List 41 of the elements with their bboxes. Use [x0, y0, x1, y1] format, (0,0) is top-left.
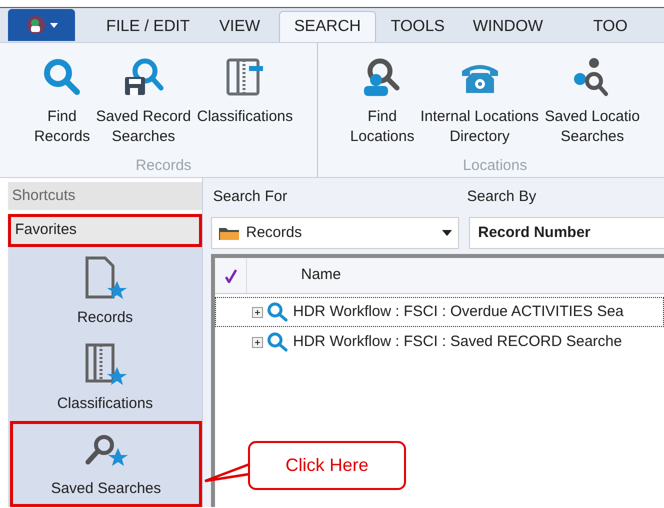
caret-icon: [50, 22, 58, 28]
ribbon-button[interactable]: Classifications: [195, 53, 295, 127]
favorites-section[interactable]: Favorites: [8, 214, 202, 247]
ribbon-tab[interactable]: VIEW: [200, 11, 279, 42]
binder-icon: [224, 57, 265, 97]
app-logo-icon: [26, 15, 46, 35]
folder-icon: [218, 225, 240, 241]
field-label: Search By: [467, 186, 536, 207]
magnifier-icon: [42, 57, 82, 97]
table-row[interactable]: HDR Workflow : FSCI : Overdue ACTIVITIES Sea: [215, 297, 664, 327]
search-by-field[interactable]: Record Number: [469, 217, 664, 249]
favorite-item[interactable]: Classifications: [8, 333, 202, 419]
ribbon-button[interactable]: Saved Record Searches: [94, 53, 194, 147]
search-name: HDR Workflow : FSCI : Saved RECORD Searche: [293, 332, 622, 352]
checkmark-icon: [224, 268, 236, 282]
search-name: HDR Workflow : FSCI : Overdue ACTIVITIES Sea: [293, 302, 624, 322]
ribbon-tab[interactable]: SEARCH: [278, 11, 376, 42]
ribbon-tab[interactable]: FILE / EDIT: [75, 11, 201, 42]
expand-icon[interactable]: [252, 336, 263, 348]
group-label: Records: [136, 156, 192, 176]
ribbon-button[interactable]: Internal Locations Directory: [418, 53, 541, 147]
search-for-dropdown[interactable]: Records: [211, 217, 459, 249]
ribbon-button[interactable]: Find Locations: [348, 53, 416, 147]
ribbon-tab[interactable]: TOO: [556, 11, 664, 42]
field-label: Search For: [212, 186, 288, 207]
ribbon-button[interactable]: Find Records: [32, 53, 92, 147]
magnifier-icon: [267, 302, 289, 322]
column-header[interactable]: Name: [301, 264, 342, 287]
ribbon-tab[interactable]: WINDOW: [459, 11, 557, 42]
sidebar-header: Shortcuts: [8, 182, 202, 210]
magnifier-icon: [267, 332, 289, 352]
favorite-item[interactable]: Records: [8, 247, 202, 333]
app-menu-button[interactable]: [8, 9, 76, 41]
favorite-item[interactable]: Saved Searches: [10, 421, 202, 507]
ribbon-tab[interactable]: TOOLS: [376, 11, 460, 42]
caret-icon: [442, 230, 452, 236]
ribbon-button[interactable]: Saved Locatio Searches: [542, 53, 642, 147]
expand-icon[interactable]: [252, 306, 263, 318]
group-label: Locations: [462, 156, 528, 176]
callout-box: Click Here: [248, 441, 406, 490]
table-row[interactable]: HDR Workflow : FSCI : Saved RECORD Searche: [215, 327, 664, 357]
